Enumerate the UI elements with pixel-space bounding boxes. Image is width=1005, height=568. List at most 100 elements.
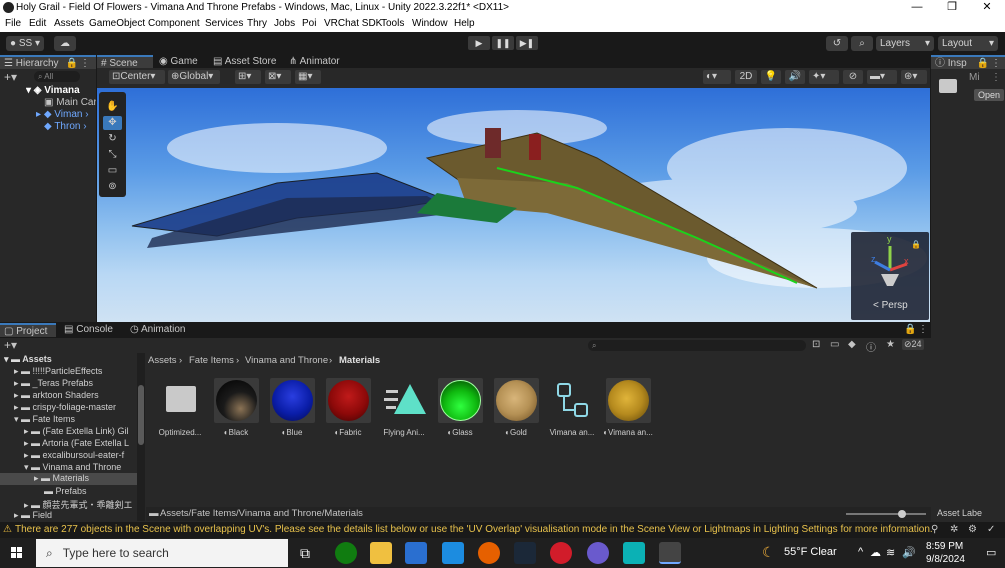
increment-snap-icon[interactable]: ⊠▾ xyxy=(265,70,291,84)
zoom-slider-handle[interactable] xyxy=(898,510,906,518)
play-button[interactable]: ▶ xyxy=(468,36,490,50)
task-view-icon[interactable]: ⧉ xyxy=(300,545,310,562)
tree-item[interactable]: ▸ ▬ !!!!!ParticleEffects xyxy=(14,366,144,377)
asset-item-prefab[interactable]: Vimana an... xyxy=(544,378,600,437)
tree-item[interactable]: ▸ ▬ Field xyxy=(14,510,138,521)
tree-item[interactable]: ▾ ▬ Fate Items xyxy=(14,414,144,425)
scrollbar-thumb[interactable] xyxy=(138,385,144,445)
wifi-icon[interactable]: ≋ xyxy=(886,546,895,559)
zoom-slider[interactable] xyxy=(846,510,926,518)
search-by-label-icon[interactable]: ▭ xyxy=(830,339,839,350)
tab-animator[interactable]: ⋔ Animator xyxy=(287,55,351,69)
rect-tool-icon[interactable]: ▭ xyxy=(103,164,122,178)
layout-dropdown[interactable]: Layout ▾ xyxy=(938,36,998,51)
hidden-objects-icon[interactable]: ⊘ xyxy=(843,70,863,84)
breadcrumb-vinama-and-throne[interactable]: Vinama and Throne xyxy=(245,353,328,368)
asset-item-material[interactable]: ◐Glass xyxy=(432,378,488,437)
steam-icon[interactable] xyxy=(514,542,536,564)
volume-icon[interactable]: 🔊 xyxy=(902,546,916,559)
mail-icon[interactable] xyxy=(442,542,464,564)
bug-icon[interactable]: ✲ xyxy=(950,524,958,535)
store-icon[interactable] xyxy=(405,542,427,564)
tab-asset-store[interactable]: ▤ Asset Store xyxy=(211,55,281,69)
asset-item-animation[interactable]: Flying Ani... xyxy=(376,378,432,437)
tab-animation[interactable]: ◷ Animation xyxy=(128,323,198,337)
asset-item-material[interactable]: ◐Vimana an... xyxy=(600,378,656,437)
account-dropdown[interactable]: ● SS ▾ xyxy=(6,36,44,51)
kebab-menu-icon[interactable]: ⋮ xyxy=(991,57,1001,71)
notification-icon[interactable]: ▭ xyxy=(986,546,996,559)
project-search-input[interactable]: ⌕ xyxy=(588,340,806,351)
asset-item-material[interactable]: ◐Fabric xyxy=(320,378,376,437)
step-button[interactable]: ▶❚ xyxy=(516,36,538,50)
camera-settings-icon[interactable]: ▬▾ xyxy=(867,70,897,84)
firefox-icon[interactable] xyxy=(478,542,500,564)
clock-time[interactable]: 8:59 PM xyxy=(926,541,963,552)
hierarchy-item-vimana[interactable]: ▾ ◈ Vimana xyxy=(26,85,96,96)
orientation-gizmo[interactable]: y x z < Persp 🔒 xyxy=(851,232,929,320)
file-explorer-icon[interactable] xyxy=(370,542,392,564)
tree-scrollbar[interactable] xyxy=(137,353,145,521)
add-icon[interactable]: +▾ xyxy=(4,70,17,84)
layers-dropdown[interactable]: Layers ▾ xyxy=(876,36,934,51)
hierarchy-item-main-camera[interactable]: ▣ Main Car xyxy=(44,97,96,108)
menu-edit[interactable]: Edit xyxy=(29,18,46,29)
gizmos-icon[interactable]: ⊛▾ xyxy=(901,70,927,84)
menu-poi[interactable]: Poi xyxy=(302,18,316,29)
menu-help[interactable]: Help xyxy=(454,18,475,29)
breadcrumb-assets[interactable]: Assets xyxy=(148,353,177,368)
tab-hierarchy[interactable]: ☰ Hierarchy 🔒 ⋮ xyxy=(0,55,96,69)
persp-label[interactable]: < Persp xyxy=(873,300,908,311)
menu-services[interactable]: Services xyxy=(205,18,243,29)
hidden-count-badge[interactable]: ⊘24 xyxy=(902,339,924,350)
tree-item[interactable]: ▸ ▬ crispy-foliage-master xyxy=(14,402,144,413)
lock-icon[interactable]: 🔒 xyxy=(904,324,916,335)
menu-jobs[interactable]: Jobs xyxy=(274,18,295,29)
grid-visibility-icon[interactable]: ▦▾ xyxy=(295,70,321,84)
network-status-icon[interactable]: ☁ xyxy=(870,546,881,559)
check-icon[interactable]: ✓ xyxy=(987,524,995,535)
tab-scene[interactable]: # Scene xyxy=(97,55,153,69)
maximize-button[interactable]: ❐ xyxy=(937,0,967,16)
close-button[interactable]: ✕ xyxy=(972,0,1002,16)
opera-icon[interactable] xyxy=(550,542,572,564)
tree-item-assets[interactable]: ▾ ▬ Assets xyxy=(4,354,144,365)
rotate-tool-icon[interactable]: ↻ xyxy=(103,132,122,146)
cloud-icon[interactable]: ☁ xyxy=(54,36,76,51)
menu-assets[interactable]: Assets xyxy=(54,18,84,29)
lock-icon[interactable]: 🔒 xyxy=(977,57,989,71)
label-icon[interactable]: ◆ xyxy=(848,339,856,350)
transform-tool-icon[interactable]: ⊚ xyxy=(103,180,122,194)
menu-vrchat-sdk[interactable]: VRChat SDK xyxy=(324,18,382,29)
tree-item[interactable]: ▬ Prefabs xyxy=(44,486,138,496)
tab-console[interactable]: ▤ Console xyxy=(62,323,122,337)
lock-icon[interactable]: 🔒 xyxy=(66,57,78,71)
menu-tools[interactable]: Tools xyxy=(381,18,404,29)
xbox-icon[interactable] xyxy=(335,542,357,564)
settings-icon[interactable]: ⚙ xyxy=(968,524,977,535)
add-icon[interactable]: +▾ xyxy=(4,338,17,352)
asset-item-folder[interactable]: Optimized... xyxy=(152,378,208,437)
discord-icon[interactable] xyxy=(587,542,609,564)
unity-taskbar-icon[interactable] xyxy=(659,542,681,564)
menu-window[interactable]: Window xyxy=(412,18,448,29)
info-icon[interactable]: ⓘ xyxy=(866,339,876,354)
status-bar[interactable]: ⚠ There are 277 objects in the Scene wit… xyxy=(0,522,1005,538)
search-by-type-icon[interactable]: ⊡ xyxy=(812,339,820,350)
breadcrumb-fate-items[interactable]: Fate Items xyxy=(189,353,234,368)
hand-tool-icon[interactable]: ✋ xyxy=(103,100,122,114)
kebab-menu-icon[interactable]: ⋮ xyxy=(918,324,928,335)
breadcrumb-materials[interactable]: Materials xyxy=(339,353,380,368)
tree-item-selected[interactable]: ▸ ▬ Materials xyxy=(0,473,138,485)
clock-date[interactable]: 9/8/2024 xyxy=(926,554,965,565)
menu-gameobject[interactable]: GameObject xyxy=(89,18,145,29)
open-button[interactable]: Open xyxy=(974,89,1004,101)
tree-item[interactable]: ▸ ▬ _Teras Prefabs xyxy=(14,378,144,389)
weather-text[interactable]: 55°F Clear xyxy=(784,546,837,558)
kebab-menu-icon[interactable]: ⋮ xyxy=(80,57,90,71)
tree-item[interactable]: ▸ ▬ excalibursoul-eater-f xyxy=(24,450,138,461)
space-dropdown[interactable]: ⊕Global▾ xyxy=(168,70,220,84)
tree-item[interactable]: ▾ ▬ Vinama and Throne xyxy=(24,462,138,473)
tab-game[interactable]: ◉ Game xyxy=(157,55,207,69)
move-tool-icon[interactable]: ✥ xyxy=(103,116,122,130)
